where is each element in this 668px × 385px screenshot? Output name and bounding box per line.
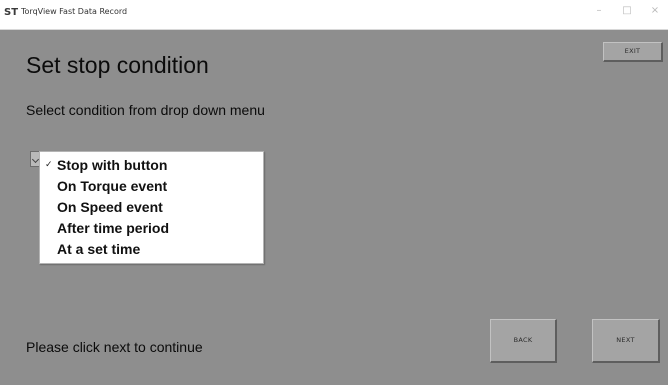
page-title: Set stop condition bbox=[26, 52, 209, 78]
menu-item-on-torque-event[interactable]: On Torque event bbox=[40, 176, 263, 197]
menu-item-label: On Speed event bbox=[57, 199, 163, 215]
window-title: TorqView Fast Data Record bbox=[21, 7, 128, 16]
menu-item-label: On Torque event bbox=[57, 178, 168, 194]
close-icon[interactable]: × bbox=[646, 4, 664, 18]
continue-instruction: Please click next to continue bbox=[26, 339, 203, 355]
stop-condition-dropdown-menu[interactable]: ✓ Stop with button On Torque event On Sp… bbox=[39, 151, 264, 264]
instruction-text: Select condition from drop down menu bbox=[26, 102, 265, 118]
app-logo-icon: ST bbox=[4, 7, 19, 18]
next-button[interactable]: NEXT bbox=[592, 319, 660, 363]
maximize-icon[interactable]: □ bbox=[618, 4, 636, 18]
menu-item-after-time-period[interactable]: After time period bbox=[40, 218, 263, 239]
back-button[interactable]: BACK bbox=[490, 319, 557, 363]
menu-item-at-a-set-time[interactable]: At a set time bbox=[40, 239, 263, 260]
window-titlebar[interactable]: ST TorqView Fast Data Record – □ × bbox=[0, 0, 668, 30]
main-panel: Set stop condition Select condition from… bbox=[0, 30, 668, 385]
menu-item-label: Stop with button bbox=[57, 157, 168, 173]
exit-button[interactable]: EXIT bbox=[603, 42, 663, 62]
menu-item-label: After time period bbox=[57, 220, 170, 236]
minimize-icon[interactable]: – bbox=[590, 4, 608, 18]
menu-item-on-speed-event[interactable]: On Speed event bbox=[40, 197, 263, 218]
menu-item-stop-with-button[interactable]: ✓ Stop with button bbox=[40, 155, 263, 176]
checkmark-icon: ✓ bbox=[45, 160, 53, 170]
menu-item-label: At a set time bbox=[57, 241, 141, 257]
